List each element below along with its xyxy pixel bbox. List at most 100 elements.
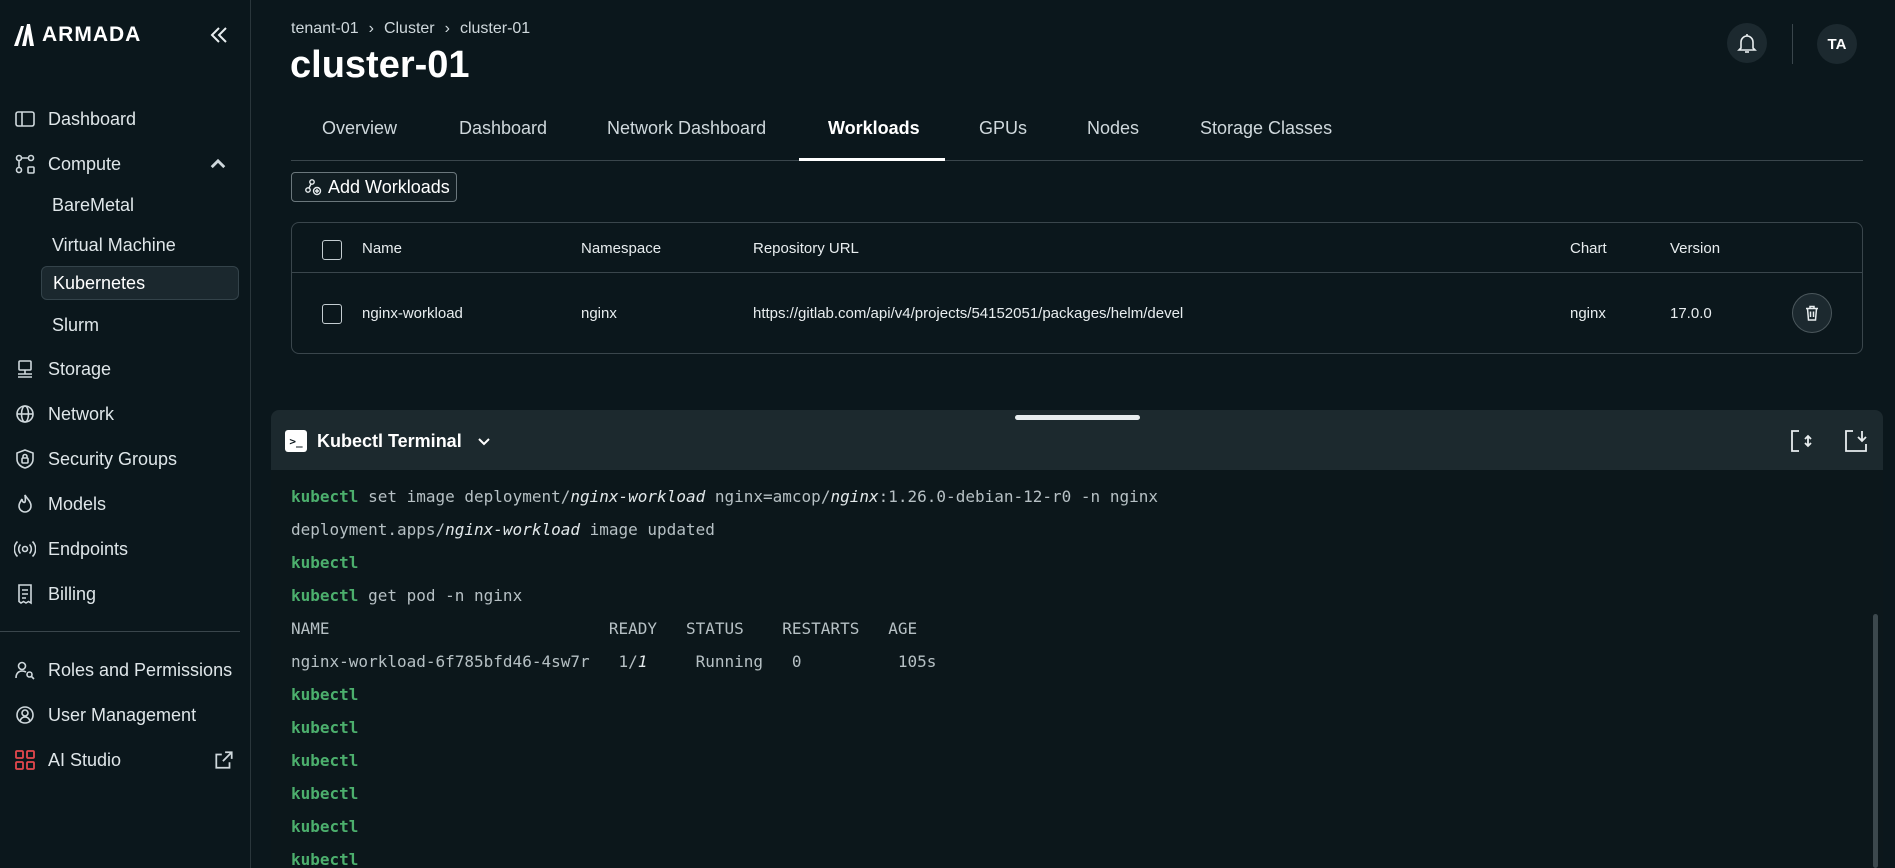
breadcrumb-current: cluster-01 [459,20,531,37]
terminal-line: kubectl [291,744,1851,777]
workloads-table: Name Namespace Repository URL Chart Vers… [291,222,1863,354]
terminal-text: nginx-workload [570,487,706,506]
chevron-right-icon: › [368,20,374,37]
breadcrumb-cluster[interactable]: Cluster [384,20,435,38]
column-header-namespace[interactable]: Namespace [581,240,661,257]
sidebar-item-roles-and-permissions[interactable]: Roles and Permissions [0,652,251,688]
page-title: cluster-01 [290,44,470,86]
trash-icon [1806,305,1818,321]
sidebar-item-label: AI Studio [48,749,122,770]
terminal-text: set image deployment/ [358,487,571,506]
globe-icon [16,405,34,423]
sidebar-item-label: Compute [48,153,122,174]
shield-lock-icon [16,449,34,469]
column-header-chart[interactable]: Chart [1570,240,1607,257]
sidebar-item-storage[interactable]: Storage [0,351,251,387]
breadcrumb: tenant-01 › Cluster › cluster-01 [291,20,530,38]
row-checkbox[interactable] [322,304,342,324]
grid-apps-icon [15,750,35,770]
add-workloads-label: Add Workloads [328,176,450,197]
notifications-button[interactable] [1727,23,1767,63]
sidebar-subitem-kubernetes[interactable]: Kubernetes [41,266,239,300]
terminal-line: kubectl [291,810,1851,843]
sidebar-item-models[interactable]: Models [0,486,251,522]
header-divider [1792,24,1793,64]
sidebar-item-ai-studio[interactable]: AI Studio [0,742,251,778]
add-workload-icon [305,179,322,196]
terminal-prompt: kubectl [291,586,359,605]
terminal-text: nginx-workload [445,520,580,539]
users-key-icon [15,661,35,680]
sidebar-item-security-groups[interactable]: Security Groups [0,441,251,477]
sidebar-item-compute[interactable]: Compute [0,146,251,182]
terminal-prompt: kubectl [291,685,359,704]
tab-network-dashboard[interactable]: Network Dashboard [607,118,766,139]
terminal-prompt: kubectl [291,751,359,770]
tab-overview[interactable]: Overview [322,118,397,139]
terminal-line: nginx-workload-6f785bfd46-4sw7r 1/1 Runn… [291,645,1851,678]
sidebar-item-dashboard[interactable]: Dashboard [0,101,251,137]
terminal-line: kubectl [291,546,1851,579]
sidebar-subitem-slurm[interactable]: Slurm [41,308,239,342]
sidebar-item-user-management[interactable]: User Management [0,697,251,733]
column-header-name[interactable]: Name [362,240,402,257]
terminal-icon: >_ [285,430,307,452]
sidebar-item-billing[interactable]: Billing [0,576,251,612]
kubectl-terminal[interactable]: >_ Kubectl Terminal kubectl set image de… [271,410,1883,868]
sidebar-item-label: Models [48,493,107,514]
sidebar-subitem-baremetal[interactable]: BareMetal [41,188,239,222]
sidebar-item-network[interactable]: Network [0,396,251,432]
tab-gpus[interactable]: GPUs [979,118,1027,139]
terminal-resize-handle[interactable] [1015,415,1140,420]
delete-workload-button[interactable] [1792,293,1832,333]
dock-terminal-icon[interactable] [1843,428,1869,454]
terminal-line: kubectl get pod -n nginx [291,579,1851,612]
chevron-right-icon: › [444,20,450,37]
terminal-prompt: kubectl [291,850,359,868]
sidebar-item-label: Roles and Permissions [48,659,233,680]
sidebar-item-endpoints[interactable]: Endpoints [0,531,251,567]
terminal-output: kubectl set image deployment/nginx-workl… [291,480,1851,868]
sidebar-divider [0,631,240,632]
cell-chart: nginx [1570,305,1606,322]
cell-version: 17.0.0 [1670,305,1712,322]
brand-logo[interactable]: ARMADA [12,22,141,48]
terminal-prompt: kubectl [291,487,359,506]
chevron-down-icon[interactable] [476,433,492,449]
external-link-icon [215,751,233,769]
terminal-text: nginx [830,487,879,506]
terminal-text: :1.26.0-debian-12-r0 -n nginx [878,487,1158,506]
tab-storage-classes[interactable]: Storage Classes [1200,118,1332,139]
column-header-version[interactable]: Version [1670,240,1720,257]
chevron-up-icon [210,158,226,169]
broadcast-icon [14,540,36,558]
terminal-prompt: kubectl [291,784,359,803]
tab-workloads[interactable]: Workloads [828,118,920,139]
receipt-icon [18,584,32,605]
terminal-line: kubectl [291,678,1851,711]
breadcrumb-tenant[interactable]: tenant-01 [291,20,359,38]
terminal-prompt: kubectl [291,817,359,836]
expand-terminal-icon[interactable] [1789,428,1815,454]
add-workloads-button[interactable]: Add Workloads [291,172,457,202]
active-tab-indicator [799,158,945,161]
sidebar-item-label: Billing [48,583,97,604]
column-header-repository-url[interactable]: Repository URL [753,240,859,257]
tab-dashboard[interactable]: Dashboard [459,118,547,139]
terminal-line: kubectl set image deployment/nginx-workl… [291,480,1851,513]
table-header: Name Namespace Repository URL Chart Vers… [292,223,1862,273]
sidebar-item-label: Endpoints [48,538,129,559]
sidebar-subitem-virtual-machine[interactable]: Virtual Machine [41,228,239,262]
collapse-sidebar-button[interactable] [208,24,230,46]
terminal-text: get pod -n nginx [358,586,523,605]
user-gear-icon [16,706,34,724]
tab-nodes[interactable]: Nodes [1087,118,1139,139]
terminal-line: kubectl [291,777,1851,810]
double-chevron-left-icon [210,27,227,43]
terminal-scrollbar-thumb[interactable] [1873,614,1878,868]
avatar[interactable]: TA [1817,24,1857,64]
select-all-checkbox[interactable] [322,240,342,260]
table-row[interactable]: nginx-workload nginx https://gitlab.com/… [292,273,1862,355]
tab-bar: Overview Dashboard Network Dashboard Wor… [291,106,1863,161]
terminal-text: deployment.apps/ [291,520,446,539]
